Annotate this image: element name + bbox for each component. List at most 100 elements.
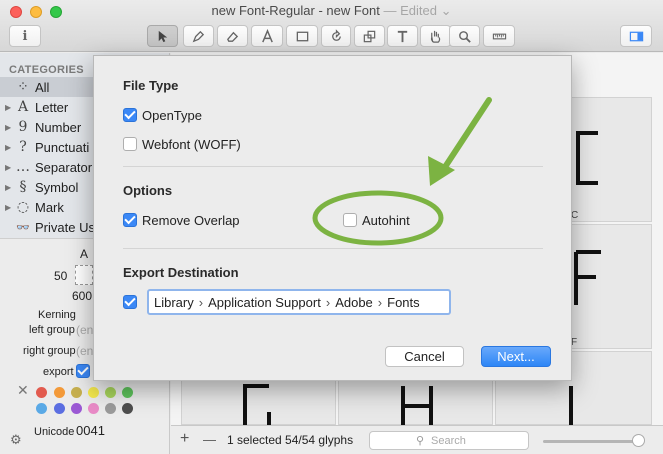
unicode-value[interactable]: 0041	[76, 423, 105, 438]
autohint-checkbox[interactable]	[343, 213, 357, 227]
glyph-h-preview	[401, 386, 433, 426]
export-label: export	[43, 366, 74, 378]
title-chevron-icon[interactable]: ⌄	[441, 3, 452, 18]
left-sidebearing-value[interactable]: 50	[54, 269, 67, 283]
category-label: All	[35, 79, 50, 95]
pointer-icon	[158, 30, 168, 42]
scale-tool-button[interactable]	[354, 25, 385, 47]
letter-icon: A	[17, 99, 29, 115]
path-segment-fonts[interactable]: Fonts	[387, 295, 420, 310]
magnify-icon	[459, 30, 471, 43]
clear-color-icon[interactable]: ✕	[17, 382, 29, 399]
color-swatch-gray[interactable]	[105, 403, 116, 414]
category-label: Punctuati	[35, 139, 90, 155]
category-label: Mark	[35, 199, 64, 215]
opentype-checkbox[interactable]	[123, 108, 137, 122]
status-bar: + — 1 selected 54/54 glyphs ⚲ Search	[171, 425, 663, 454]
color-swatch-orange[interactable]	[54, 387, 65, 398]
left-group-label: left group	[29, 324, 75, 336]
disclosure-triangle-icon[interactable]: ▶	[5, 143, 15, 152]
rotate-tool-button[interactable]	[321, 25, 351, 47]
cancel-button[interactable]: Cancel	[385, 346, 464, 367]
pen-tool-button[interactable]	[183, 25, 214, 47]
text-tool-button[interactable]	[387, 25, 418, 47]
glyph-f-preview	[574, 250, 601, 305]
info-icon: i	[22, 28, 28, 44]
glyph-label: C	[571, 210, 579, 221]
pen-icon	[192, 30, 205, 42]
next-button[interactable]: Next...	[481, 346, 551, 367]
right-group-field[interactable]: (en	[76, 344, 93, 358]
remove-overlap-label[interactable]: Remove Overlap	[142, 213, 240, 228]
letter-a-icon	[261, 28, 273, 42]
punctuation-icon: ?	[19, 139, 27, 155]
remove-glyph-button[interactable]: —	[203, 432, 216, 447]
search-field[interactable]: ⚲ Search	[369, 431, 529, 450]
left-group-field[interactable]: (en	[76, 323, 93, 337]
disclosure-triangle-icon[interactable]: ▶	[5, 103, 15, 112]
color-swatch-darkgray[interactable]	[122, 403, 133, 414]
color-swatch-yellow[interactable]	[88, 387, 99, 398]
glasses-icon: 👓	[16, 220, 30, 234]
add-glyph-button[interactable]: +	[180, 430, 189, 448]
info-button[interactable]: i	[9, 25, 41, 47]
disclosure-triangle-icon[interactable]: ▶	[5, 203, 15, 212]
disclosure-triangle-icon[interactable]: ▶	[5, 163, 15, 172]
search-placeholder: Search	[431, 435, 466, 447]
window-title-edited: — Edited	[383, 3, 437, 18]
glyph-name: A	[80, 247, 89, 261]
advance-width-value[interactable]: 600	[72, 289, 92, 303]
symbol-icon: §	[19, 179, 27, 195]
all-icon: ⁘	[17, 79, 29, 95]
color-swatch-purple[interactable]	[71, 403, 82, 414]
color-swatch-brown[interactable]	[71, 387, 82, 398]
zoom-slider[interactable]	[543, 440, 643, 443]
opentype-label[interactable]: OpenType	[142, 108, 202, 123]
rotate-icon	[331, 28, 341, 41]
color-swatch-lightgreen[interactable]	[105, 387, 116, 398]
sidebar-toggle-button[interactable]	[620, 25, 652, 47]
path-chevron-icon: ›	[377, 294, 383, 310]
color-swatch-pink[interactable]	[88, 403, 99, 414]
color-swatch-blue[interactable]	[54, 403, 65, 414]
ruler-tool-button[interactable]	[483, 25, 515, 47]
glyph-g-preview	[243, 384, 271, 426]
export-checkbox[interactable]	[76, 364, 90, 378]
color-swatch-green[interactable]	[122, 387, 133, 398]
color-swatch-lightblue[interactable]	[36, 403, 47, 414]
disclosure-triangle-icon[interactable]: ▶	[5, 123, 15, 132]
magnify-tool-button[interactable]	[449, 25, 480, 47]
category-label: Letter	[35, 99, 69, 115]
glyph-i-preview	[569, 386, 573, 426]
category-label: Private Us	[35, 219, 95, 235]
pointer-tool-button[interactable]	[147, 25, 178, 47]
path-segment-application-support[interactable]: Application Support	[208, 295, 321, 310]
separator-icon: …	[16, 159, 30, 175]
letter-t-icon	[397, 30, 408, 42]
path-segment-library[interactable]: Library	[154, 295, 194, 310]
path-chevron-icon: ›	[198, 294, 204, 310]
window-title: new Font-Regular - new Font — Edited ⌄	[0, 3, 663, 19]
rectangle-icon	[296, 31, 308, 41]
autohint-label[interactable]: Autohint	[362, 213, 410, 228]
remove-overlap-checkbox[interactable]	[123, 213, 137, 227]
disclosure-triangle-icon[interactable]: ▶	[5, 183, 15, 192]
zoom-slider-knob[interactable]	[632, 434, 645, 447]
text-a-tool-button[interactable]	[251, 25, 283, 47]
destination-path-control[interactable]: Library › Application Support › Adobe › …	[147, 289, 451, 315]
options-title: Options	[123, 183, 173, 198]
gear-icon[interactable]: ⚙	[10, 432, 22, 448]
category-label: Symbol	[35, 179, 79, 195]
path-segment-adobe[interactable]: Adobe	[335, 295, 373, 310]
separator	[123, 166, 543, 167]
export-destination-checkbox[interactable]	[123, 295, 137, 309]
title-bar: new Font-Regular - new Font — Edited ⌄ i	[0, 0, 663, 52]
webfont-checkbox[interactable]	[123, 137, 137, 151]
webfont-label[interactable]: Webfont (WOFF)	[142, 137, 241, 152]
color-swatch-red[interactable]	[36, 387, 47, 398]
number-icon: 9	[18, 119, 28, 135]
kerning-label: Kerning	[38, 309, 76, 321]
hand-tool-button[interactable]	[420, 25, 451, 47]
eraser-tool-button[interactable]	[217, 25, 248, 47]
rectangle-tool-button[interactable]	[286, 25, 318, 47]
